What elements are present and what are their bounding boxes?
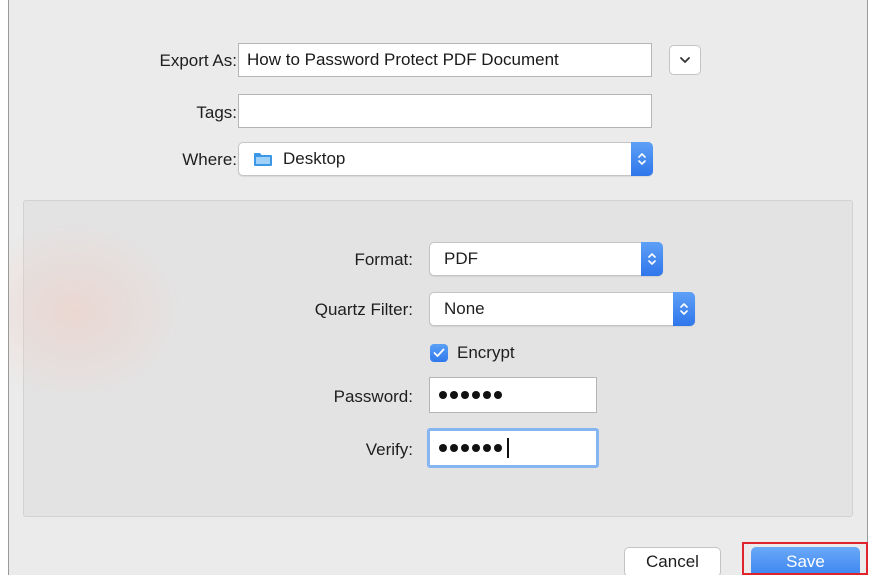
save-highlight-box bbox=[742, 542, 868, 575]
up-down-chevron-icon bbox=[680, 303, 688, 315]
where-value: Desktop bbox=[283, 149, 346, 168]
text-caret bbox=[507, 438, 509, 458]
password-dot bbox=[450, 444, 458, 452]
where-label: Where: bbox=[182, 150, 237, 169]
password-dot bbox=[494, 391, 502, 399]
encrypt-label: Encrypt bbox=[457, 343, 515, 362]
password-dot bbox=[483, 391, 491, 399]
verify-label: Verify: bbox=[365, 440, 413, 459]
password-label: Password: bbox=[333, 387, 413, 406]
password-dot bbox=[461, 391, 469, 399]
password-dot bbox=[483, 444, 491, 452]
password-dot bbox=[439, 391, 447, 399]
password-dot bbox=[439, 444, 447, 452]
tags-field[interactable] bbox=[238, 94, 652, 128]
format-stepper bbox=[641, 242, 663, 276]
chevron-down-icon bbox=[680, 57, 690, 63]
format-value: PDF bbox=[444, 249, 478, 268]
export-dialog: Export As: How to Password Protect PDF D… bbox=[8, 0, 868, 575]
format-popup[interactable]: PDF bbox=[429, 242, 663, 276]
verify-dots bbox=[439, 438, 509, 458]
password-dots bbox=[439, 391, 502, 399]
export-as-field[interactable]: How to Password Protect PDF Document bbox=[238, 43, 652, 77]
export-as-label: Export As: bbox=[159, 51, 237, 70]
checkmark-icon bbox=[433, 348, 445, 357]
folder-icon bbox=[253, 152, 273, 167]
password-dot bbox=[450, 391, 458, 399]
quartz-filter-label: Quartz Filter: bbox=[314, 300, 413, 319]
expand-dialog-button[interactable] bbox=[669, 45, 701, 75]
up-down-chevron-icon bbox=[648, 253, 656, 265]
tags-label: Tags: bbox=[196, 103, 237, 122]
cancel-button[interactable]: Cancel bbox=[624, 547, 721, 575]
password-field[interactable] bbox=[429, 377, 597, 413]
password-dot bbox=[461, 444, 469, 452]
quartz-filter-stepper bbox=[673, 292, 695, 326]
verify-field[interactable] bbox=[427, 428, 599, 468]
where-stepper bbox=[631, 142, 653, 176]
quartz-filter-value: None bbox=[444, 299, 485, 318]
password-dot bbox=[472, 391, 480, 399]
password-dot bbox=[494, 444, 502, 452]
format-label: Format: bbox=[354, 250, 413, 269]
background-glow bbox=[9, 221, 184, 401]
encrypt-checkbox[interactable] bbox=[430, 344, 448, 362]
quartz-filter-popup[interactable]: None bbox=[429, 292, 695, 326]
where-popup[interactable]: Desktop bbox=[238, 142, 653, 176]
up-down-chevron-icon bbox=[638, 153, 646, 165]
password-dot bbox=[472, 444, 480, 452]
